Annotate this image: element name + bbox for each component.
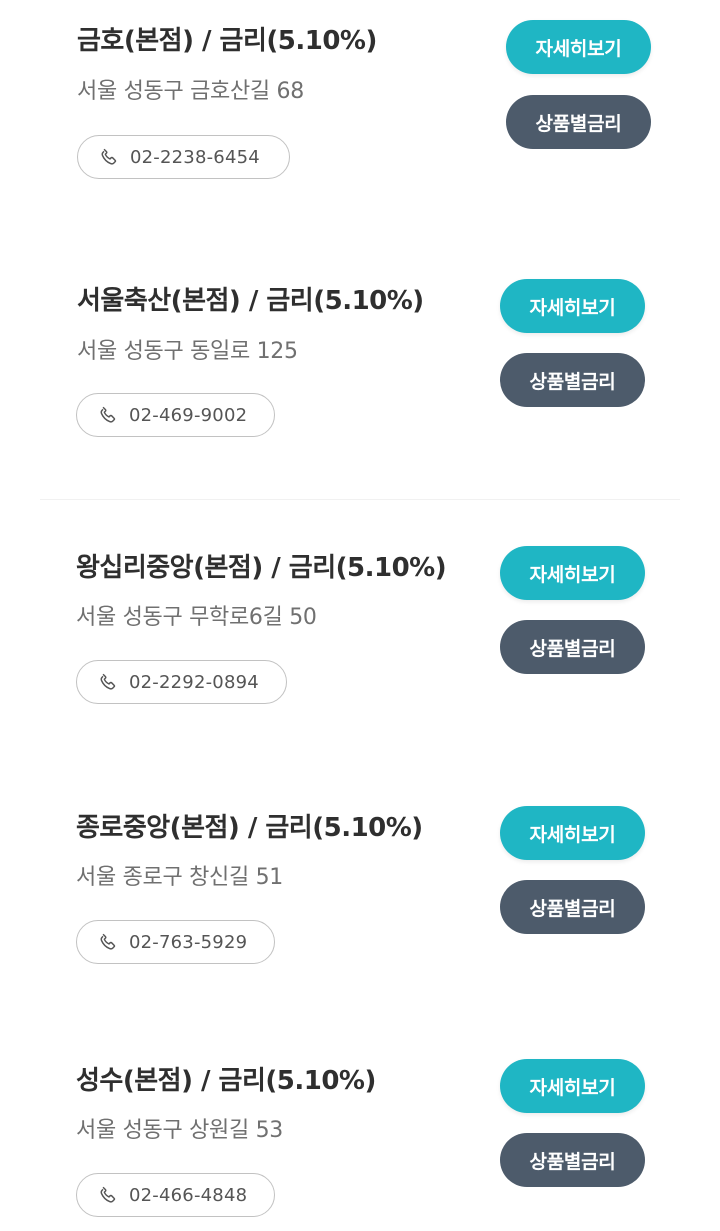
phone-button[interactable]: 02-2292-0894 [76,660,287,704]
branch-list: 금호(본점) / 금리(5.10%) 서울 성동구 금호산길 68 02-223… [0,0,720,1231]
phone-button[interactable]: 02-763-5929 [76,920,275,964]
detail-button[interactable]: 자세히보기 [500,279,645,333]
branch-card: 서울축산(본점) / 금리(5.10%) 서울 성동구 동일로 125 02-4… [0,260,720,500]
branch-title: 종로중앙(본점) / 금리(5.10%) [76,813,423,843]
phone-number: 02-2238-6454 [130,146,260,168]
phone-icon [101,148,117,165]
rate-by-product-button[interactable]: 상품별금리 [506,95,651,149]
detail-button[interactable]: 자세히보기 [500,806,645,860]
branch-title: 서울축산(본점) / 금리(5.10%) [77,286,424,316]
detail-button[interactable]: 자세히보기 [500,546,645,600]
section-divider [40,499,680,500]
branch-address: 서울 성동구 금호산길 68 [77,79,304,104]
phone-button[interactable]: 02-469-9002 [76,393,275,437]
branch-title: 금호(본점) / 금리(5.10%) [77,26,377,56]
phone-button[interactable]: 02-2238-6454 [77,135,290,179]
branch-card: 종로중앙(본점) / 금리(5.10%) 서울 종로구 창신길 51 02-76… [0,787,720,1027]
phone-number: 02-763-5929 [129,931,248,953]
phone-number: 02-2292-0894 [129,671,259,693]
phone-icon [100,673,116,690]
branch-title: 성수(본점) / 금리(5.10%) [76,1066,376,1096]
detail-button[interactable]: 자세히보기 [500,1059,645,1113]
phone-icon [100,1186,116,1203]
rate-by-product-button[interactable]: 상품별금리 [500,353,645,407]
branch-address: 서울 성동구 상원길 53 [76,1118,283,1143]
detail-button[interactable]: 자세히보기 [506,20,651,74]
phone-number: 02-466-4848 [129,1184,248,1206]
phone-icon [100,406,116,423]
phone-number: 02-469-9002 [129,404,248,426]
branch-address: 서울 성동구 무학로6길 50 [76,605,317,630]
branch-card: 왕십리중앙(본점) / 금리(5.10%) 서울 성동구 무학로6길 50 02… [0,527,720,767]
branch-address: 서울 성동구 동일로 125 [77,339,298,364]
branch-title: 왕십리중앙(본점) / 금리(5.10%) [76,553,447,583]
phone-icon [100,933,116,950]
phone-button[interactable]: 02-466-4848 [76,1173,275,1217]
branch-address: 서울 종로구 창신길 51 [76,865,283,890]
rate-by-product-button[interactable]: 상품별금리 [500,1133,645,1187]
rate-by-product-button[interactable]: 상품별금리 [500,880,645,934]
branch-card: 성수(본점) / 금리(5.10%) 서울 성동구 상원길 53 02-466-… [0,1040,720,1231]
rate-by-product-button[interactable]: 상품별금리 [500,620,645,674]
branch-card: 금호(본점) / 금리(5.10%) 서울 성동구 금호산길 68 02-223… [0,0,720,240]
